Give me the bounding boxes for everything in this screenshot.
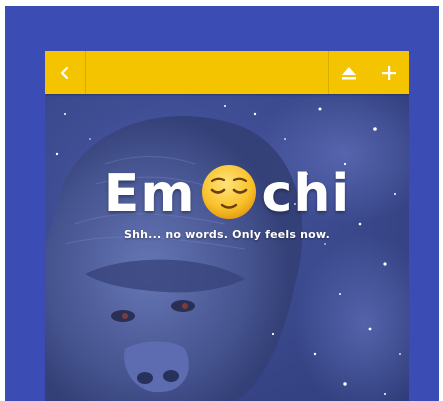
back-button[interactable] — [45, 51, 86, 94]
eject-button[interactable] — [328, 51, 369, 94]
app-window: Em chi Shh... no words. Only feels now. — [45, 51, 409, 401]
relieved-face-emoji-icon — [200, 163, 258, 221]
logo-text-left: Em — [103, 164, 196, 224]
tagline: Shh... no words. Only feels now. — [124, 228, 330, 241]
plus-icon — [382, 65, 396, 80]
app-logo: Em chi — [45, 164, 409, 224]
app-frame: Em chi Shh... no words. Only feels now. — [5, 6, 439, 401]
eject-icon — [341, 66, 357, 80]
logo-text-right: chi — [261, 164, 351, 224]
toolbar — [45, 51, 409, 94]
add-button[interactable] — [369, 51, 409, 94]
gorilla-space-illustration — [45, 94, 409, 401]
chevron-left-icon — [60, 66, 70, 80]
hero-banner: Em chi Shh... no words. Only feels now. — [45, 94, 409, 401]
